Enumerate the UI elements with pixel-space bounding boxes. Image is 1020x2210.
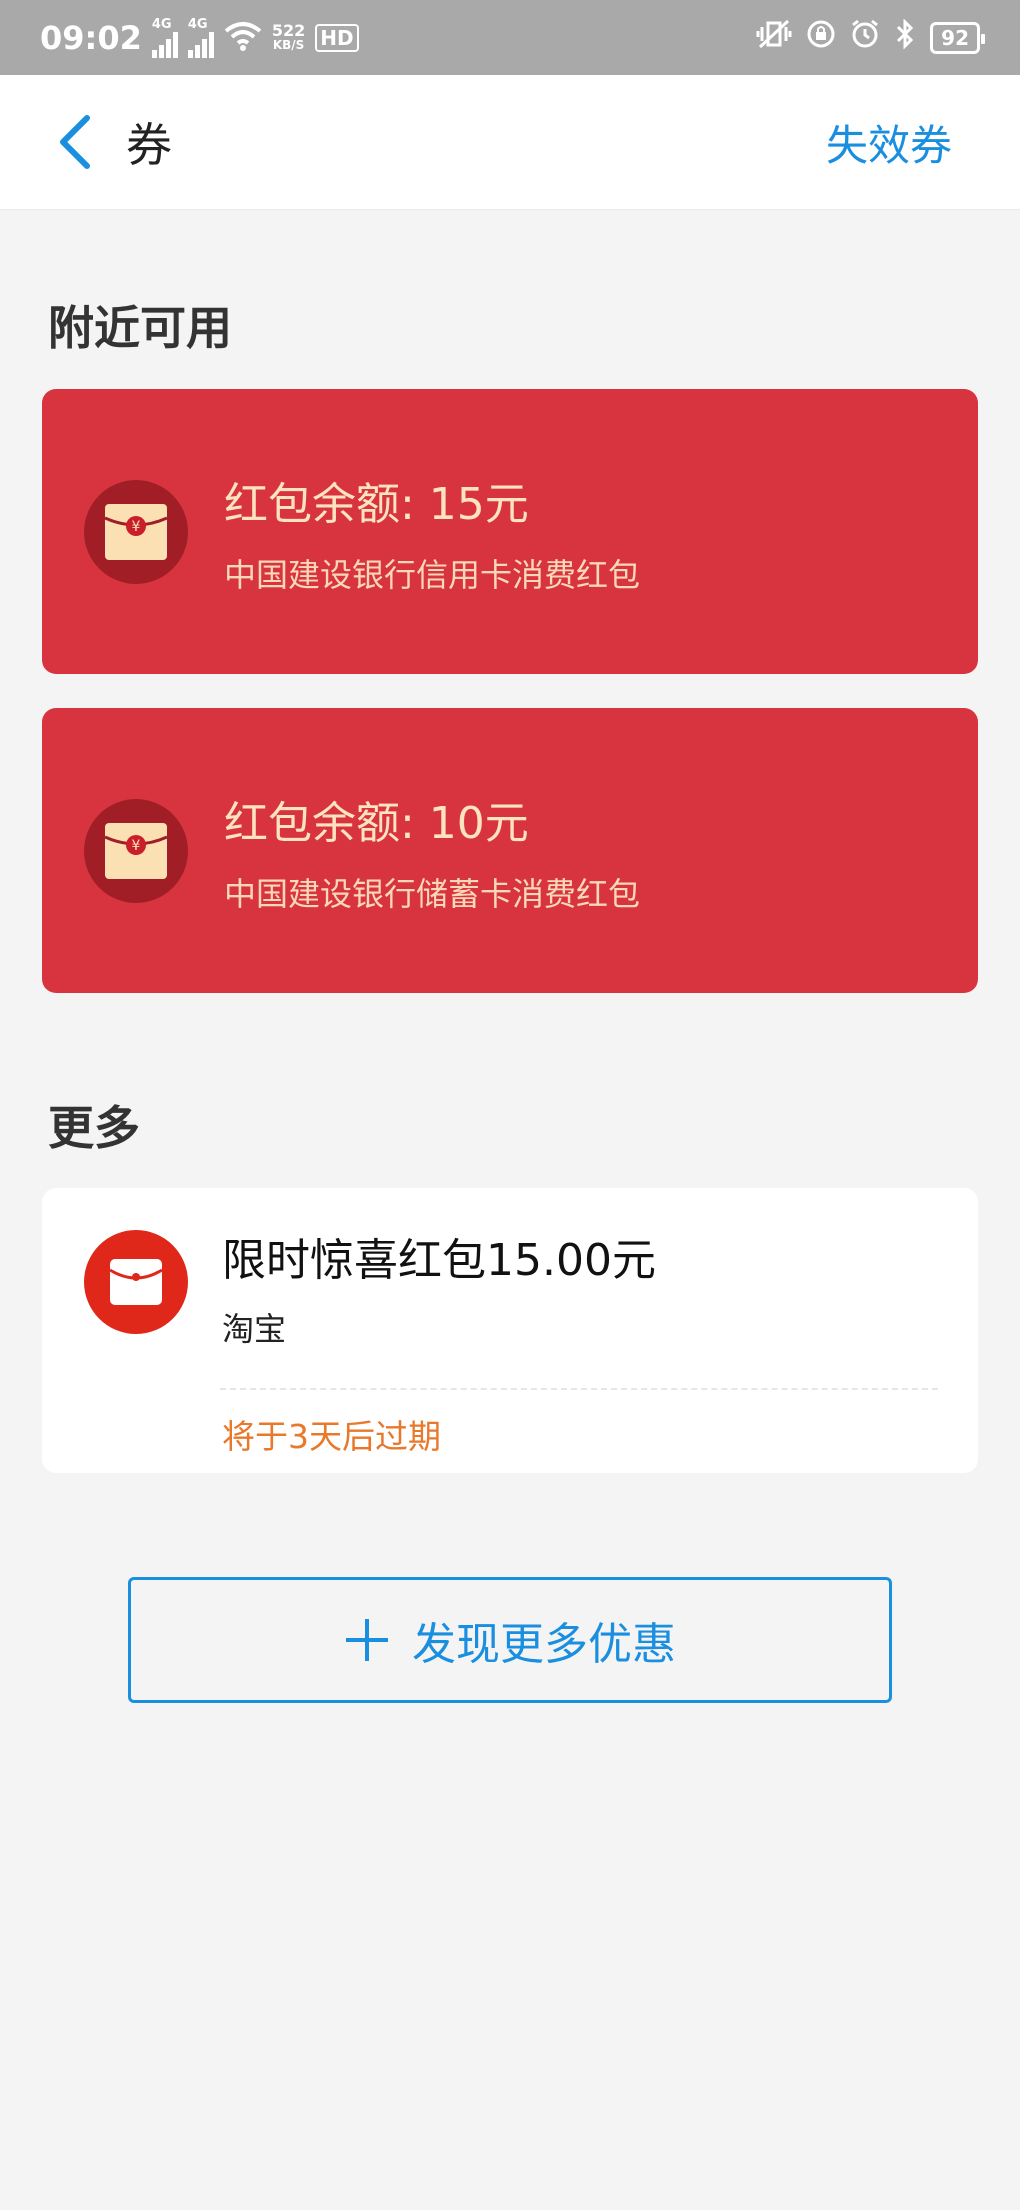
vibrate-icon: [756, 19, 792, 56]
status-right: 92: [756, 18, 985, 56]
coupon-desc: 中国建设银行储蓄卡消费红包: [224, 874, 641, 913]
section-title-nearby: 附近可用: [48, 301, 232, 355]
plus-icon: [344, 1617, 390, 1663]
signal-icon-2: 4G: [187, 17, 214, 58]
coupon-card[interactable]: ¥ 红包余额: 15元 中国建设银行信用卡消费红包: [42, 389, 978, 674]
battery-icon: 92: [930, 21, 985, 54]
promo-card[interactable]: 限时惊喜红包15.00元 淘宝 将于3天后过期: [42, 1188, 978, 1473]
discover-more-label: 发现更多优惠: [412, 1619, 676, 1670]
header: 券 失效券: [0, 75, 1020, 210]
signal-icon-1: 4G: [151, 17, 178, 58]
red-envelope-icon: ¥: [84, 479, 188, 584]
svg-text:¥: ¥: [132, 519, 141, 535]
red-envelope-icon: ¥: [84, 798, 188, 903]
chevron-left-icon: [60, 115, 90, 169]
status-left: 09:02 4G 4G 522 KB/S HD: [40, 17, 359, 58]
svg-text:¥: ¥: [132, 838, 141, 854]
lock-rotation-icon: [806, 19, 836, 56]
red-envelope-icon: [84, 1230, 188, 1334]
bluetooth-icon: [894, 18, 916, 56]
coupon-amount: 红包余额: 10元: [224, 797, 529, 849]
wifi-icon: [224, 21, 262, 55]
section-title-more: 更多: [48, 1101, 140, 1155]
coupon-desc: 中国建设银行信用卡消费红包: [224, 555, 641, 594]
alarm-icon: [850, 19, 880, 56]
promo-title: 限时惊喜红包15.00元: [222, 1235, 656, 1286]
expired-coupons-link[interactable]: 失效券: [826, 112, 952, 173]
promo-source: 淘宝: [222, 1310, 287, 1348]
coupon-card[interactable]: ¥ 红包余额: 10元 中国建设银行储蓄卡消费红包: [42, 708, 978, 993]
status-time: 09:02: [40, 18, 142, 57]
discover-more-button[interactable]: 发现更多优惠: [128, 1577, 892, 1703]
divider: [220, 1388, 938, 1390]
back-button[interactable]: [30, 97, 120, 187]
net-speed: 522 KB/S: [271, 20, 306, 52]
coupon-amount: 红包余额: 15元: [224, 478, 529, 530]
promo-expire: 将于3天后过期: [222, 1417, 441, 1456]
page-title: 券: [126, 118, 172, 172]
hd-icon: HD: [315, 23, 359, 52]
status-bar: 09:02 4G 4G 522 KB/S HD 92: [0, 0, 1020, 75]
